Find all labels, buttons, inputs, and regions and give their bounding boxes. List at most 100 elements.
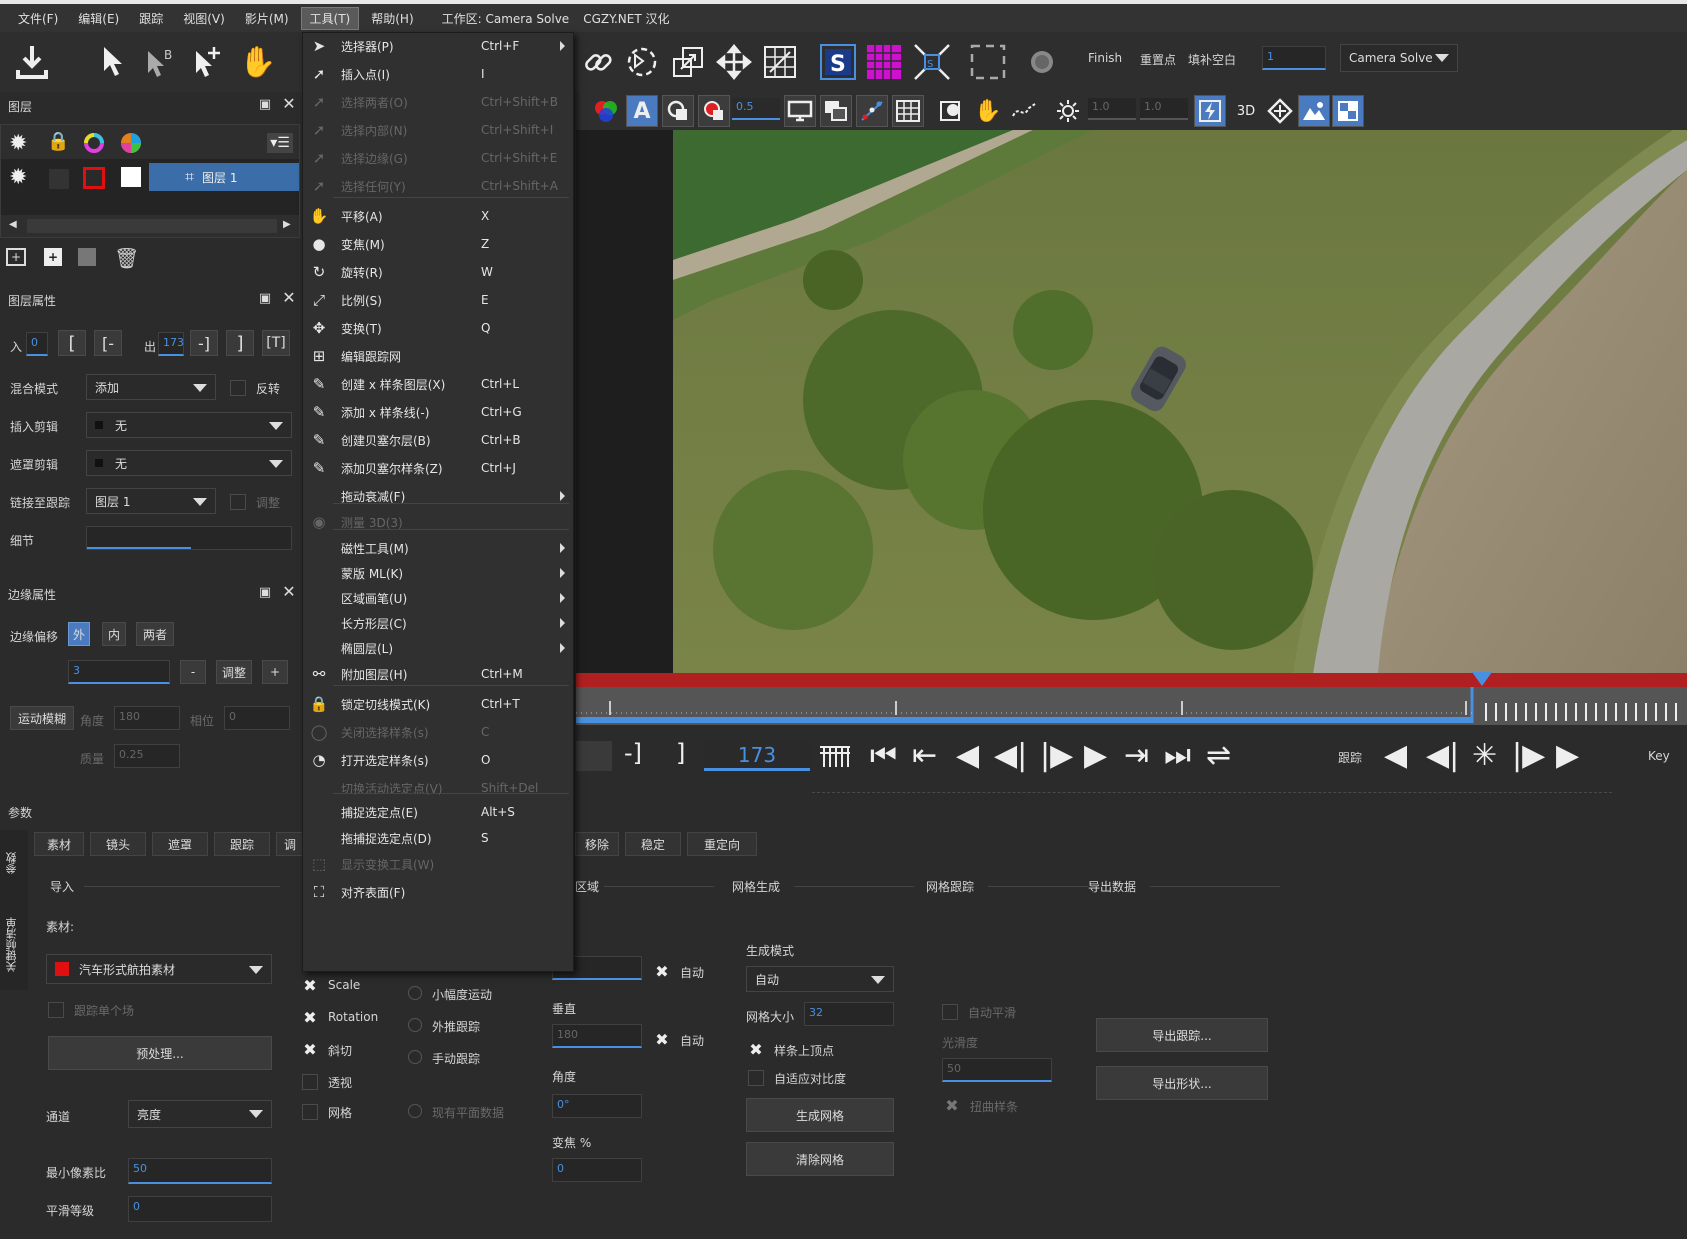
trim-button[interactable]: [T] xyxy=(262,330,290,356)
go-end-icon[interactable]: ⏭ xyxy=(1164,741,1191,771)
blend-mode-select[interactable]: 添加 xyxy=(86,374,216,400)
zoom-input[interactable]: 0 xyxy=(552,1158,642,1182)
side-tab-params[interactable]: 参数 xyxy=(4,834,24,874)
fill-blank-button[interactable]: 填补空白 xyxy=(1188,51,1236,68)
auto-smooth-checkbox[interactable] xyxy=(942,1004,958,1020)
preprocess-button[interactable]: 预处理... xyxy=(48,1036,272,1070)
grid-magenta-icon[interactable] xyxy=(864,42,904,82)
edge-in-button[interactable]: 内 xyxy=(102,622,126,646)
go-out-button[interactable]: -] xyxy=(190,330,218,356)
lock-icon[interactable]: 🔒 xyxy=(47,131,69,152)
tools-menu-item[interactable]: ● 变焦(M) Z xyxy=(303,231,573,257)
menu-movie[interactable]: 影片(M) xyxy=(237,8,297,29)
finish-button[interactable]: Finish xyxy=(1088,51,1122,65)
track-step-forward-icon[interactable]: |▶ xyxy=(1512,741,1545,771)
auto-checked-icon[interactable]: ✖ xyxy=(654,964,670,980)
blur-angle-input[interactable]: 180 xyxy=(114,706,180,730)
auto-checked-icon[interactable]: ✖ xyxy=(654,1032,670,1048)
blur-quality-input[interactable]: 0.25 xyxy=(114,744,180,768)
angle-input[interactable]: 0° xyxy=(552,1094,642,1118)
tools-menu-item[interactable]: 拖动衰减(F) xyxy=(303,483,573,509)
color-ring-icon[interactable] xyxy=(83,132,105,154)
tools-menu-item[interactable]: ↻ 旋转(R) W xyxy=(303,259,573,285)
curve-icon[interactable] xyxy=(1008,95,1040,127)
min-pixel-input[interactable]: 50 xyxy=(128,1158,272,1184)
playhead-marker-icon[interactable] xyxy=(1472,672,1492,686)
loop-icon[interactable]: ⇌ xyxy=(1206,741,1231,771)
edge-out-button[interactable]: 外 xyxy=(68,622,90,646)
menu-view[interactable]: 视图(V) xyxy=(175,8,233,29)
mesh-edit-icon[interactable] xyxy=(760,42,800,82)
rgb-channels-icon[interactable] xyxy=(590,95,622,127)
adaptive-contrast-checkbox[interactable] xyxy=(748,1070,764,1086)
rotate-tool-icon[interactable] xyxy=(622,42,662,82)
hand-view-icon[interactable]: ✋ xyxy=(972,95,1004,127)
next-keyframe-icon[interactable]: ⇥ xyxy=(1124,741,1149,771)
tab-lens[interactable]: 镜头 xyxy=(90,832,146,856)
tools-menu-item[interactable]: 磁性工具(M) xyxy=(303,535,573,561)
menu-tools[interactable]: 工具(T) xyxy=(300,6,360,30)
edge-minus-button[interactable]: - xyxy=(180,660,206,684)
edge-adjust-button[interactable]: 调整 xyxy=(216,660,252,684)
tab-remove[interactable]: 移除 xyxy=(575,832,619,856)
set-out-point-button[interactable]: ] xyxy=(676,739,685,767)
menu-help[interactable]: 帮助(H) xyxy=(363,8,421,29)
select-bezier-icon[interactable]: B xyxy=(140,40,180,84)
tools-menu-item[interactable]: ◔ 打开选定样条(s) O xyxy=(303,747,573,773)
record-icon[interactable] xyxy=(1022,42,1062,82)
tab-stabilize[interactable]: 稳定 xyxy=(625,832,681,856)
tools-menu-item[interactable]: ✎ 创建 x 样条图层(X) Ctrl+L xyxy=(303,371,573,397)
brightness-value-input[interactable]: 1.0 xyxy=(1088,98,1136,120)
reset-point-button[interactable]: 重置点 xyxy=(1140,51,1176,68)
layer-row-selected[interactable]: ⌗ 图层 1 xyxy=(149,163,299,191)
set-in-bracket-button[interactable]: [ xyxy=(58,330,86,356)
tools-menu-item[interactable]: ➚ 插入点(I) I xyxy=(303,61,573,87)
smooth-level-input[interactable]: 0 xyxy=(128,1196,272,1222)
existing-plane-radio[interactable] xyxy=(408,1104,422,1118)
smoothness-input[interactable]: 50 xyxy=(942,1058,1052,1082)
tools-menu-item[interactable]: ✥ 变换(T) Q xyxy=(303,315,573,341)
manual-track-radio[interactable] xyxy=(408,1050,422,1064)
gen-mode-select[interactable]: 自动 xyxy=(746,966,894,992)
shear-checked-icon[interactable]: ✖ xyxy=(302,1042,318,1058)
scroll-thumb[interactable] xyxy=(27,219,277,233)
move-tool-icon[interactable] xyxy=(714,42,754,82)
play-back-icon[interactable]: ◀ xyxy=(956,741,979,771)
scroll-left-icon[interactable]: ◀ xyxy=(9,219,17,230)
close-icon[interactable]: ✕ xyxy=(282,96,296,112)
step-back-icon[interactable]: ◀| xyxy=(994,741,1027,771)
tools-menu-item[interactable]: ✎ 创建贝塞尔层(B) Ctrl+B xyxy=(303,427,573,453)
gear-icon[interactable]: ✹ xyxy=(9,131,27,156)
scale-checked-icon[interactable]: ✖ xyxy=(302,978,318,994)
tools-menu-item[interactable]: 拖捕捉选定点(D) S xyxy=(303,825,573,851)
brightness-icon[interactable] xyxy=(1052,95,1084,127)
step-forward-icon[interactable]: |▶ xyxy=(1040,741,1073,771)
track-forward-icon[interactable]: ▶ xyxy=(1556,741,1579,771)
track-step-back-icon[interactable]: ◀| xyxy=(1426,741,1459,771)
tab-adjust[interactable]: 调 xyxy=(276,832,304,856)
tab-retarget[interactable]: 重定向 xyxy=(687,832,757,856)
outward-track-radio[interactable] xyxy=(408,1018,422,1032)
diamond-icon[interactable] xyxy=(1264,95,1296,127)
hand-icon[interactable]: ✋ xyxy=(238,40,278,84)
set-out-bracket-button[interactable]: ] xyxy=(226,330,254,356)
menu-edit[interactable]: 编辑(E) xyxy=(70,8,127,29)
view-3d-button[interactable]: 3D xyxy=(1230,95,1262,127)
side-tab-keyframes[interactable]: 关键帧清单 xyxy=(4,902,24,972)
color-wheel-icon[interactable] xyxy=(119,131,143,155)
mask-clip-select[interactable]: 无 xyxy=(86,450,292,476)
monitor-icon[interactable] xyxy=(784,95,816,127)
layers-view-icon[interactable] xyxy=(820,95,852,127)
timeline-ruler[interactable] xyxy=(576,687,1687,725)
insert-clip-select[interactable]: 无 xyxy=(86,412,292,438)
scale-tool-icon[interactable] xyxy=(668,42,708,82)
align-surface-tool-icon[interactable]: S xyxy=(912,42,952,82)
overlay-icon[interactable] xyxy=(662,95,694,127)
vertical-input[interactable]: 180 xyxy=(552,1024,642,1048)
tools-menu-item[interactable]: ➤ 选择器(P) Ctrl+F xyxy=(303,33,573,59)
tab-material[interactable]: 素材 xyxy=(34,832,84,856)
layer-white-swatch[interactable] xyxy=(121,167,141,187)
trash-icon[interactable]: 🗑 xyxy=(114,246,139,270)
export-track-button[interactable]: 导出跟踪... xyxy=(1096,1018,1268,1052)
image-icon[interactable] xyxy=(1298,95,1330,127)
